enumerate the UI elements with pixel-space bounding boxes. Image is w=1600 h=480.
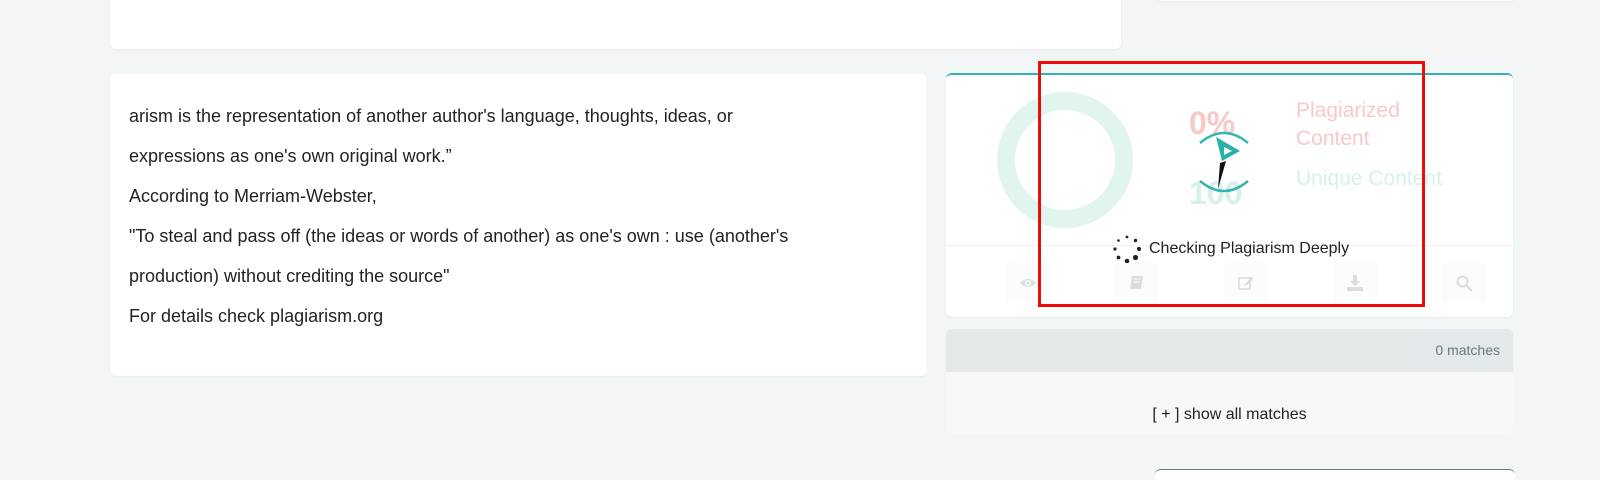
text-line: expressions as one's own original work.” — [129, 146, 452, 166]
text-line: arism is the representation of another a… — [129, 106, 733, 126]
text-line: According to Merriam-Webster, — [129, 186, 377, 206]
text-line: "To steal and pass off (the ideas or wor… — [129, 226, 789, 246]
search-icon — [1456, 275, 1473, 292]
previous-side-card — [1155, 0, 1515, 1]
previous-card — [110, 0, 1121, 49]
source-text-card: arism is the representation of another a… — [110, 74, 927, 376]
eye-icon — [1020, 279, 1036, 287]
matches-body: [ + ] show all matches — [946, 372, 1513, 434]
show-all-matches-link[interactable]: [ + ] show all matches — [946, 406, 1513, 424]
highlight-box — [1038, 61, 1425, 307]
source-text: arism is the representation of another a… — [129, 96, 909, 336]
text-line: For details check plagiarism.org — [129, 306, 384, 326]
matches-count: 0 matches — [1435, 342, 1500, 358]
text-line: production) without crediting the source… — [129, 266, 450, 286]
search-button[interactable] — [1442, 263, 1486, 303]
matches-header: 0 matches — [946, 329, 1513, 372]
